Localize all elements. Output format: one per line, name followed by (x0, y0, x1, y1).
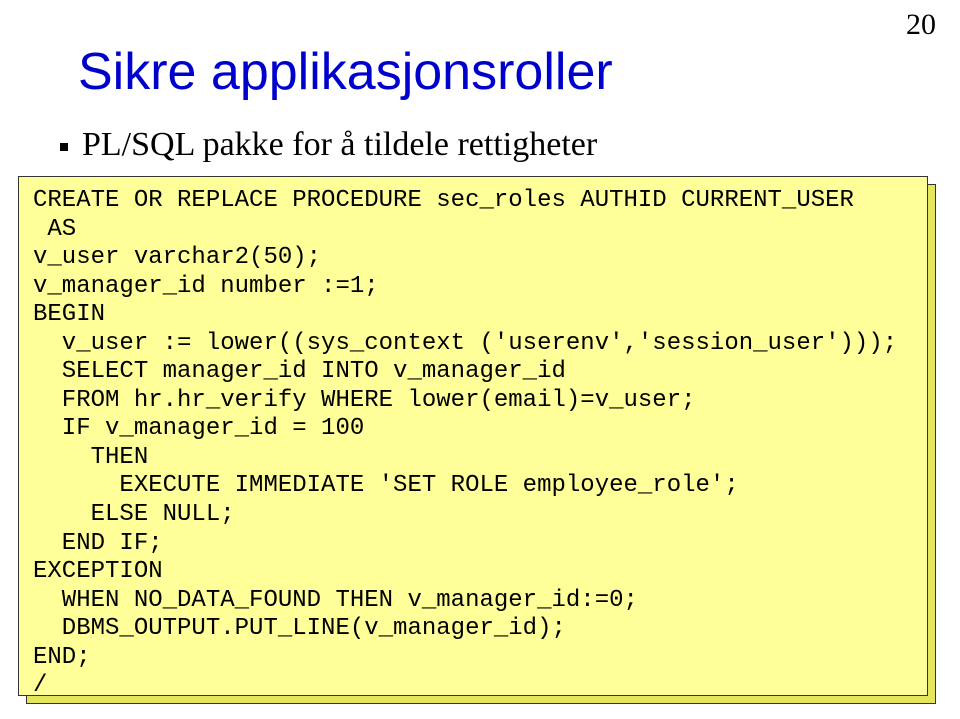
bullet-icon (60, 143, 68, 151)
code-line: SELECT manager_id INTO v_manager_id (33, 358, 566, 385)
bullet-text: PL/SQL pakke for å tildele rettigheter (82, 126, 597, 164)
code-line: AS (33, 216, 76, 243)
slide-title: Sikre applikasjonsroller (78, 42, 613, 102)
code-line: FROM hr.hr_verify WHERE lower(email)=v_u… (33, 387, 696, 414)
code-block: CREATE OR REPLACE PROCEDURE sec_roles AU… (18, 176, 928, 698)
code-box: CREATE OR REPLACE PROCEDURE sec_roles AU… (18, 176, 928, 696)
bullet-row: PL/SQL pakke for å tildele rettigheter (60, 126, 597, 164)
code-line: v_user varchar2(50); (33, 244, 321, 271)
code-line: EXECUTE IMMEDIATE 'SET ROLE employee_rol… (33, 472, 739, 499)
code-line: CREATE OR REPLACE PROCEDURE sec_roles AU… (33, 187, 854, 214)
code-content: CREATE OR REPLACE PROCEDURE sec_roles AU… (33, 187, 913, 701)
code-line: v_manager_id number :=1; (33, 273, 379, 300)
code-line: IF v_manager_id = 100 (33, 415, 364, 442)
code-line: END; (33, 644, 91, 671)
code-line: v_user := lower((sys_context ('userenv',… (33, 330, 897, 357)
code-line: DBMS_OUTPUT.PUT_LINE(v_manager_id); (33, 615, 566, 642)
code-line: BEGIN (33, 301, 105, 328)
page-number: 20 (906, 8, 936, 42)
code-line: END IF; (33, 530, 163, 557)
code-line: THEN (33, 444, 148, 471)
code-line: EXCEPTION (33, 558, 163, 585)
code-line: WHEN NO_DATA_FOUND THEN v_manager_id:=0; (33, 587, 638, 614)
code-line: / (33, 672, 47, 699)
slide: 20 Sikre applikasjonsroller PL/SQL pakke… (0, 0, 960, 719)
code-line: ELSE NULL; (33, 501, 235, 528)
